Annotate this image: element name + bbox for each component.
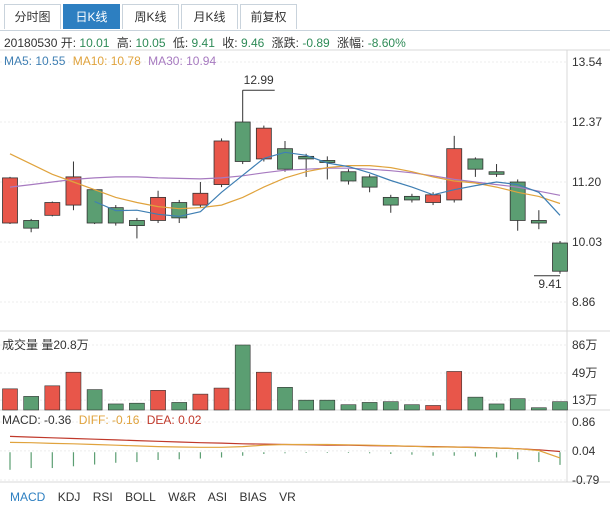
volume-bar [86,389,103,411]
indicator-tabs: MACD KDJ RSI BOLL W&R ASI BIAS VR [10,490,305,504]
candle-body [488,171,505,175]
indicator-tab-bias[interactable]: BIAS [239,490,266,504]
candle-body [129,220,145,226]
pct-value: -8.60% [367,36,406,50]
volume-bar [44,385,61,411]
candle-body [446,148,463,201]
macd-tick-label: 0.04 [572,444,596,458]
volume-bar [531,407,547,411]
volume-bar [298,399,314,411]
volume-bar [446,371,463,411]
quote-date: 20180530 [4,36,58,50]
volume-legend: 成交量 量20.8万 [2,338,89,352]
price-tick-label: 12.37 [572,115,602,129]
ma10-legend: MA10: 10.78 [72,54,141,68]
volume-bar [234,344,251,411]
macd-value: MACD: -0.36 [2,413,72,427]
macd-legend: MACD: -0.36 DIFF: -0.16 DEA: 0.02 [2,413,201,427]
candle-body [107,207,124,224]
volume-bar [319,399,336,411]
candle-body [530,220,547,224]
close-label: 收: [222,36,238,50]
volume-bar [488,403,505,411]
volume-bar [404,404,420,411]
volume-bar [552,401,568,411]
volume-bar [256,371,272,411]
change-label: 涨跌: [271,36,299,50]
volume-bar [150,390,166,411]
volume-bar [382,401,399,411]
indicator-tab-kdj[interactable]: KDJ [58,490,81,504]
pct-label: 涨幅: [337,36,365,50]
candle-body [192,192,209,206]
candle-body [44,202,61,216]
price-tick-label: 11.20 [572,175,601,189]
volume-bar [425,405,441,411]
price-tick-label: 10.03 [572,235,602,249]
price-tick-label: 8.86 [572,295,596,309]
quote-info-bar: 20180530 开: 10.01 高: 10.05 低: 9.41 收: 9.… [4,34,410,51]
high-label: 高: [116,36,133,50]
high-value: 10.05 [135,36,166,50]
macd-tick-label: 0.86 [572,415,596,429]
candle-body [340,171,357,182]
volume-bar [361,402,378,411]
volume-bar [277,387,293,411]
low-label: 低: [172,36,189,50]
ma30-legend: MA30: 10.94 [148,54,217,68]
indicator-tab-boll[interactable]: BOLL [125,490,156,504]
indicator-tab-rsi[interactable]: RSI [93,490,113,504]
close-value: 9.46 [240,36,265,50]
candle-body [86,189,103,224]
volume-bar [2,388,18,411]
candle-body [255,127,272,160]
volume-bar [23,396,39,411]
volume-tick-label: 86万 [572,338,597,352]
ma5-legend: MA5: 10.55 [4,54,66,68]
volume-bar [171,402,188,411]
volume-bar [65,371,82,411]
candle-body [65,176,82,206]
open-value: 10.01 [79,36,110,50]
macd-tick-label: -0.79 [572,473,600,487]
indicator-tab-asi[interactable]: ASI [208,490,227,504]
indicator-tab-wr[interactable]: W&R [168,490,196,504]
volume-bar [129,402,145,411]
volume-tick-label: 49万 [572,366,597,380]
candle-body [2,177,18,224]
candle-body [404,195,420,201]
open-label: 开: [60,36,77,50]
volume-tick-label: 13万 [572,393,597,407]
candle-body [234,121,251,162]
volume-bar [467,396,484,411]
candle-body [552,242,568,272]
low-price-annotation: 9.41 [538,277,562,291]
price-tick-label: 13.54 [572,55,602,69]
ma-legend: MA5: 10.55 MA10: 10.78 MA30: 10.94 [4,54,216,68]
indicator-tab-vr[interactable]: VR [279,490,296,504]
candle-body [467,158,484,170]
candle-body [150,196,166,221]
volume-bar [509,398,526,411]
indicator-tab-macd[interactable]: MACD [10,490,45,504]
change-value: -0.89 [302,36,330,50]
candle-body [425,194,441,203]
dea-value: DEA: 0.02 [146,413,202,427]
volume-bar [340,404,357,411]
candle-body [361,176,378,188]
diff-value: DIFF: -0.16 [78,413,140,427]
kline-chart: 13.54 12.37 11.20 10.03 8.86 12.99 9.41 86万 49万 1… [0,49,610,487]
low-value: 9.41 [191,36,215,50]
diff-line [9,441,561,459]
candle-body [382,196,399,206]
volume-bar [107,403,124,411]
volume-bar [213,387,230,411]
candle-body [23,220,40,229]
high-price-annotation: 12.99 [244,73,274,87]
volume-bar [192,393,209,411]
